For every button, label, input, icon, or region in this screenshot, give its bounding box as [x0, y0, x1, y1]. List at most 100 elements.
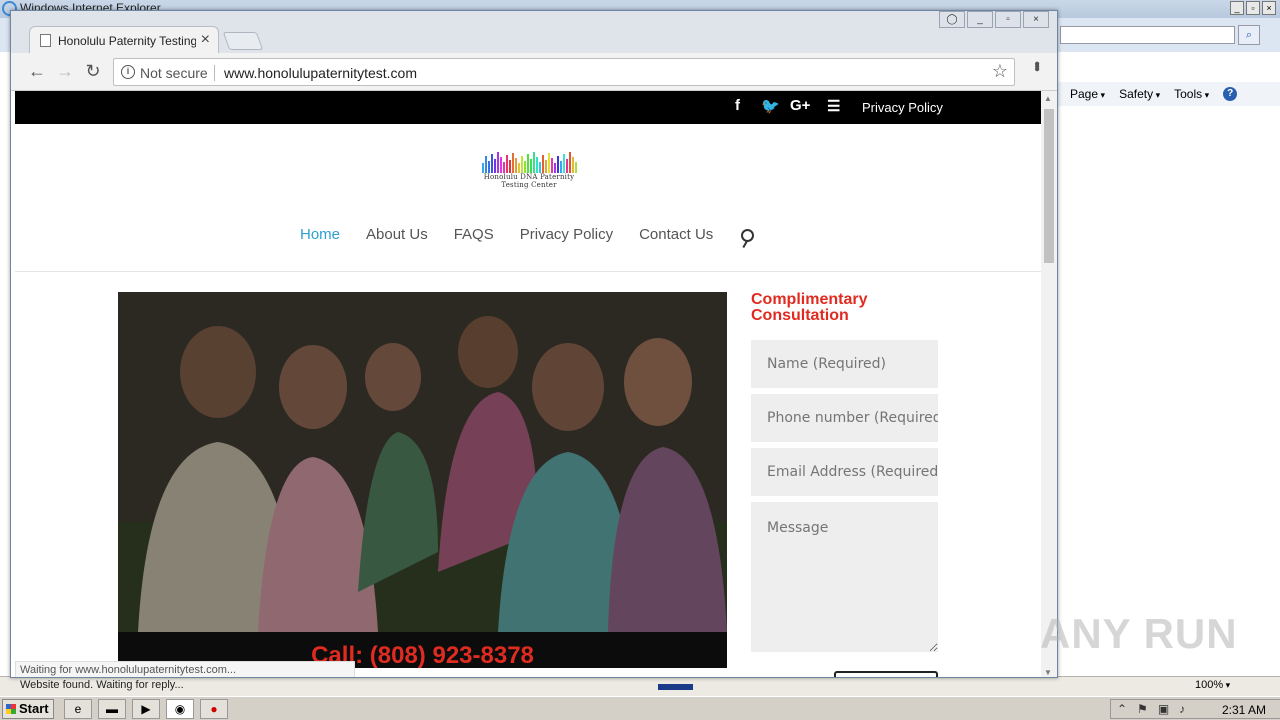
- logo-bar: [502, 162, 505, 173]
- logo-bar: [565, 159, 568, 173]
- ie-command-bar: Page Safety Tools ?: [1058, 82, 1280, 106]
- system-tray: ⌃⚑▣♪ 2:31 AM: [1110, 699, 1280, 719]
- anyrun-watermark: ANY RUN: [1040, 610, 1238, 657]
- nav-privacy-policy[interactable]: Privacy Policy: [520, 226, 613, 243]
- chrome-menu-icon[interactable]: •••: [1027, 61, 1045, 69]
- twitter-icon[interactable]: 🐦: [761, 97, 780, 115]
- site-logo[interactable]: Honolulu DNA Paternity Testing Center: [473, 151, 585, 197]
- browser-tab[interactable]: Honolulu Paternity Testing | ×: [29, 26, 219, 54]
- submit-button[interactable]: [834, 671, 938, 677]
- bookmark-star-icon[interactable]: ☆: [992, 61, 1008, 82]
- scroll-up-icon[interactable]: ▲: [1044, 94, 1052, 103]
- ie-tools-menu[interactable]: Tools: [1174, 87, 1209, 101]
- media-player-taskbar-icon[interactable]: ▶: [132, 699, 160, 719]
- logo-bar: [499, 157, 502, 173]
- page-scrollbar[interactable]: ▲ ▼: [1041, 91, 1057, 677]
- logo-bar: [562, 154, 565, 173]
- nav-faqs[interactable]: FAQS: [454, 226, 494, 243]
- chrome-taskbar-icon[interactable]: ◉: [166, 699, 194, 719]
- main-nav: Home About Us FAQS Privacy Policy Contac…: [300, 226, 713, 243]
- opera-taskbar-icon[interactable]: ●: [200, 699, 228, 719]
- google-plus-icon[interactable]: G+: [790, 97, 810, 114]
- logo-bar: [559, 161, 562, 173]
- logo-bar: [508, 160, 511, 173]
- logo-line-1: Honolulu DNA Paternity: [483, 173, 575, 181]
- info-icon[interactable]: i: [121, 65, 135, 79]
- profile-icon[interactable]: ◯: [939, 11, 965, 28]
- omnibox-divider: [214, 65, 215, 81]
- logo-bar: [547, 153, 550, 173]
- ie-close-button[interactable]: ×: [1262, 1, 1276, 15]
- ie-zoom-control[interactable]: 100%: [1195, 679, 1230, 691]
- chrome-window: Honolulu Paternity Testing | × ◯ _ ▫ × ←…: [10, 10, 1058, 678]
- logo-bar: [481, 163, 484, 173]
- top-privacy-link[interactable]: Privacy Policy: [862, 100, 943, 115]
- logo-bar: [571, 157, 574, 173]
- name-field[interactable]: [751, 340, 938, 388]
- security-label[interactable]: Not secure: [140, 65, 208, 81]
- start-button[interactable]: Start: [2, 699, 54, 719]
- logo-bar: [484, 156, 487, 173]
- logo-bar: [529, 159, 532, 173]
- clock[interactable]: 2:31 AM: [1222, 703, 1266, 717]
- hero-image: Call: (808) 923-8378: [118, 292, 727, 668]
- ie-page-menu[interactable]: Page: [1070, 87, 1105, 101]
- message-field[interactable]: [751, 502, 938, 652]
- ie-minimize-button[interactable]: _: [1230, 1, 1244, 15]
- tray-icons[interactable]: ⌃⚑▣♪: [1117, 702, 1195, 716]
- nav-contact-us[interactable]: Contact Us: [639, 226, 713, 243]
- chrome-maximize-button[interactable]: ▫: [995, 11, 1021, 28]
- site-search-icon[interactable]: [741, 229, 754, 242]
- scroll-down-icon[interactable]: ▼: [1044, 668, 1052, 677]
- ie-maximize-button[interactable]: ▫: [1246, 1, 1260, 15]
- email-field[interactable]: [751, 448, 938, 496]
- logo-bar: [538, 162, 541, 173]
- tab-close-icon[interactable]: ×: [201, 31, 210, 49]
- url-text[interactable]: www.honolulupaternitytest.com: [224, 65, 417, 81]
- forward-arrow-icon[interactable]: →: [55, 61, 75, 82]
- scroll-thumb[interactable]: [1044, 109, 1054, 263]
- logo-bar: [541, 155, 544, 173]
- back-arrow-icon[interactable]: ←: [27, 61, 47, 82]
- phone-field[interactable]: [751, 394, 938, 442]
- explorer-taskbar-icon[interactable]: ▬: [98, 699, 126, 719]
- logo-bar: [520, 156, 523, 173]
- tab-strip: Honolulu Paternity Testing | × ◯ _ ▫ ×: [11, 11, 1057, 54]
- ie-search-input[interactable]: [1060, 26, 1235, 44]
- logo-line-2: Testing Center: [501, 181, 557, 189]
- address-bar[interactable]: i Not secure www.honolulupaternitytest.c…: [113, 58, 1015, 86]
- page-icon: [40, 34, 51, 47]
- taskbar: Start e ▬ ▶ ◉ ● ⌃⚑▣♪ 2:31 AM: [0, 696, 1280, 720]
- nav-divider: [15, 271, 1041, 272]
- ie-search-button[interactable]: ⌕: [1238, 25, 1260, 45]
- ie-status-text: Website found. Waiting for reply...: [20, 679, 184, 691]
- ie-safety-menu[interactable]: Safety: [1119, 87, 1160, 101]
- consultation-title: Complimentary Consultation: [751, 291, 868, 324]
- logo-bar: [514, 158, 517, 173]
- social-top-bar: f 🐦 G+ ☰ Privacy Policy: [15, 91, 1041, 124]
- logo-bar: [526, 154, 529, 173]
- rss-icon[interactable]: ☰: [827, 97, 840, 115]
- logo-bar: [523, 161, 526, 173]
- ie-help-icon[interactable]: ?: [1223, 87, 1238, 101]
- reload-icon[interactable]: ↻: [83, 61, 103, 82]
- logo-bar: [568, 152, 571, 173]
- nav-home[interactable]: Home: [300, 226, 340, 243]
- ie-statusbar: Website found. Waiting for reply... 100%: [0, 676, 1280, 696]
- logo-bar: [493, 159, 496, 173]
- logo-bar: [505, 155, 508, 173]
- nav-about-us[interactable]: About Us: [366, 226, 428, 243]
- chrome-minimize-button[interactable]: _: [967, 11, 993, 28]
- logo-bar: [490, 154, 493, 173]
- logo-bar: [496, 152, 499, 173]
- logo-bar: [535, 157, 538, 173]
- ie-progress-bar: [658, 684, 693, 690]
- facebook-icon[interactable]: f: [735, 97, 740, 114]
- logo-bar: [553, 163, 556, 173]
- chrome-close-button[interactable]: ×: [1023, 11, 1049, 28]
- browser-toolbar: ← → ↻ i Not secure www.honolulupaternity…: [11, 53, 1057, 91]
- new-tab-button[interactable]: [222, 32, 264, 50]
- ie-taskbar-icon[interactable]: e: [64, 699, 92, 719]
- logo-bar: [550, 158, 553, 173]
- logo-bar: [511, 153, 514, 173]
